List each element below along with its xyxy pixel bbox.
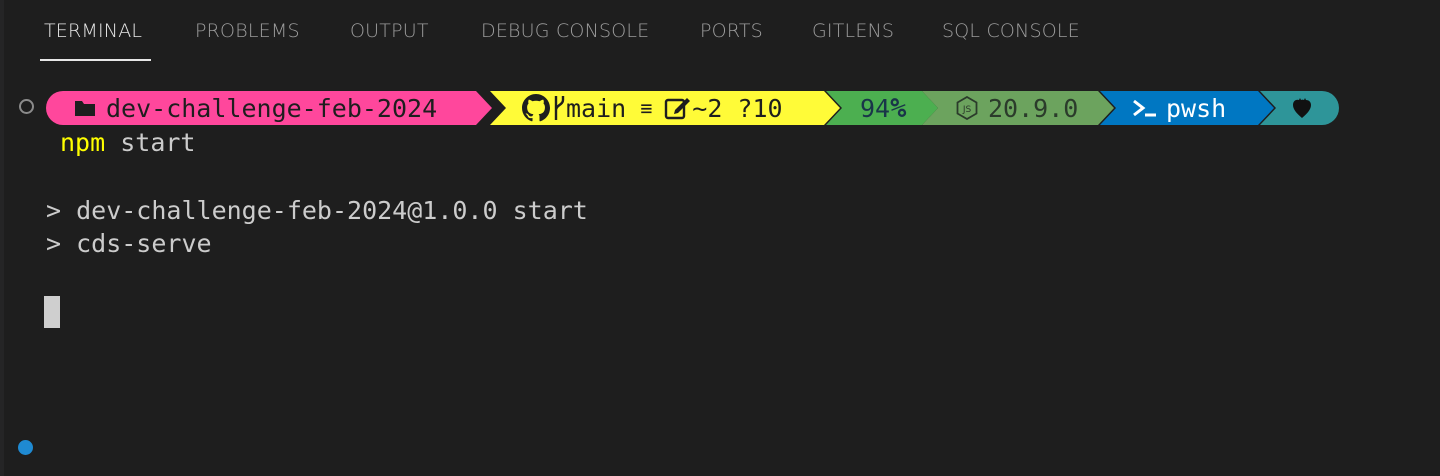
- command-line: npm start: [60, 128, 195, 157]
- command-binary: npm: [60, 128, 106, 157]
- output-line: > cds-serve: [46, 229, 212, 258]
- prompt-branch-label: main: [566, 93, 627, 123]
- command-decoration-dot[interactable]: [18, 440, 33, 455]
- prompt-segment-git: main ≡ ~2 ?10: [490, 91, 840, 125]
- command-decoration-ring[interactable]: [19, 99, 34, 114]
- terminal-area[interactable]: [0, 64, 1440, 476]
- edit-icon: [664, 95, 692, 121]
- tab-output[interactable]: OUTPUT: [350, 20, 429, 52]
- tab-ports[interactable]: PORTS: [700, 20, 763, 52]
- heart-icon: [1292, 96, 1312, 120]
- tab-gitlens[interactable]: GITLENS: [812, 20, 894, 52]
- svg-text:JS: JS: [962, 105, 972, 115]
- tab-problems[interactable]: PROBLEMS: [195, 20, 300, 52]
- active-tab-indicator: [40, 59, 151, 61]
- folder-icon: [74, 99, 96, 117]
- prompt-battery-level: 94: [860, 93, 891, 123]
- prompt-segment-path: dev-challenge-feb-2024: [46, 91, 492, 125]
- prompt-segment-shell: pwsh: [1100, 91, 1274, 125]
- terminal-icon: [1132, 98, 1158, 118]
- terminal-cursor: [44, 296, 60, 328]
- panel-tab-bar: TERMINAL PROBLEMS OUTPUT DEBUG CONSOLE P…: [0, 0, 1440, 64]
- tab-debug-console[interactable]: DEBUG CONSOLE: [481, 20, 649, 52]
- tab-sql-console[interactable]: SQL CONSOLE: [942, 20, 1080, 52]
- prompt-node-version: 20.9.0: [988, 93, 1079, 123]
- prompt-path-label: dev-challenge-feb-2024: [106, 93, 438, 123]
- nodejs-icon: JS: [956, 96, 978, 120]
- prompt-segment-battery: 94%: [826, 91, 938, 125]
- prompt-working-status: ~2 ?10: [692, 93, 783, 123]
- prompt-branch-status: ≡: [640, 96, 653, 120]
- output-line: > dev-challenge-feb-2024@1.0.0 start: [46, 196, 588, 225]
- prompt-battery-unit: %: [890, 92, 907, 124]
- prompt-segment-node: JS 20.9.0: [922, 91, 1114, 125]
- tab-terminal[interactable]: TERMINAL: [44, 20, 142, 52]
- command-args: start: [120, 128, 196, 157]
- github-icon: [522, 94, 550, 122]
- git-branch-icon: [552, 94, 566, 122]
- prompt-shell-name: pwsh: [1166, 93, 1227, 123]
